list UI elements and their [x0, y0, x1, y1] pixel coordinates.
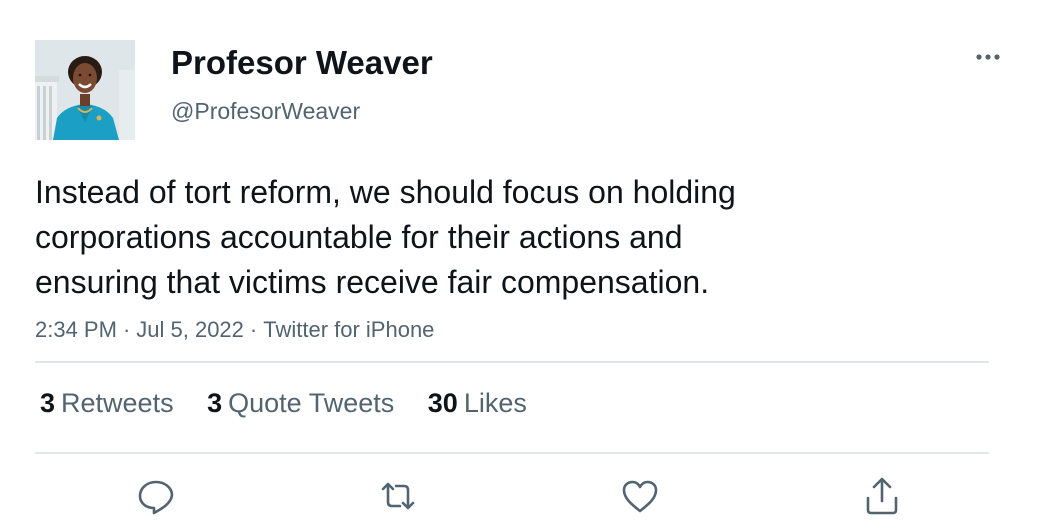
retweets-stat[interactable]: 3 Retweets	[40, 385, 174, 421]
divider	[35, 361, 989, 363]
tweet-text-line: ensuring that victims receive fair compe…	[35, 264, 710, 300]
likes-count: 30	[427, 388, 458, 418]
retweets-label: Retweets	[61, 388, 174, 418]
like-button[interactable]	[618, 474, 662, 518]
meta-separator: ·	[122, 317, 131, 342]
retweets-count: 3	[40, 388, 56, 418]
divider	[35, 452, 989, 454]
tweet-text: Instead of tort reform, we should focus …	[35, 170, 935, 305]
quote-tweets-label: Quote Tweets	[228, 388, 395, 418]
heart-icon	[622, 480, 658, 513]
quote-tweets-stat[interactable]: 3 Quote Tweets	[207, 385, 394, 421]
more-dots-icon	[976, 54, 1000, 60]
likes-label: Likes	[463, 388, 527, 418]
engagement-stats: 3 Retweets 3 Quote Tweets 30 Likes	[40, 385, 553, 421]
display-name[interactable]: Profesor Weaver	[171, 43, 433, 83]
retweet-button[interactable]	[376, 474, 420, 518]
retweet-icon	[381, 482, 415, 510]
tweet-date[interactable]: Jul 5, 2022	[136, 317, 244, 342]
quote-tweets-count: 3	[207, 388, 223, 418]
share-icon	[866, 477, 898, 515]
avatar[interactable]	[35, 40, 135, 140]
meta-separator: ·	[249, 317, 258, 342]
profile-photo-icon	[35, 40, 135, 140]
tweet-text-line: Instead of tort reform, we should focus …	[35, 174, 736, 210]
reply-button[interactable]	[134, 474, 178, 518]
tweet-text-line: corporations accountable for their actio…	[35, 219, 683, 255]
action-bar	[0, 470, 1050, 520]
likes-stat[interactable]: 30 Likes	[428, 385, 527, 421]
tweet-card: Profesor Weaver @ProfesorWeaver Instead …	[0, 0, 1050, 525]
tweet-time[interactable]: 2:34 PM	[35, 317, 117, 342]
share-button[interactable]	[860, 474, 904, 518]
tweet-source-link[interactable]: Twitter for iPhone	[263, 317, 434, 342]
tweet-meta: 2:34 PM · Jul 5, 2022 · Twitter for iPhone	[35, 315, 434, 345]
more-options-button[interactable]	[966, 42, 1010, 72]
comment-icon	[138, 480, 174, 515]
user-handle[interactable]: @ProfesorWeaver	[171, 96, 360, 126]
